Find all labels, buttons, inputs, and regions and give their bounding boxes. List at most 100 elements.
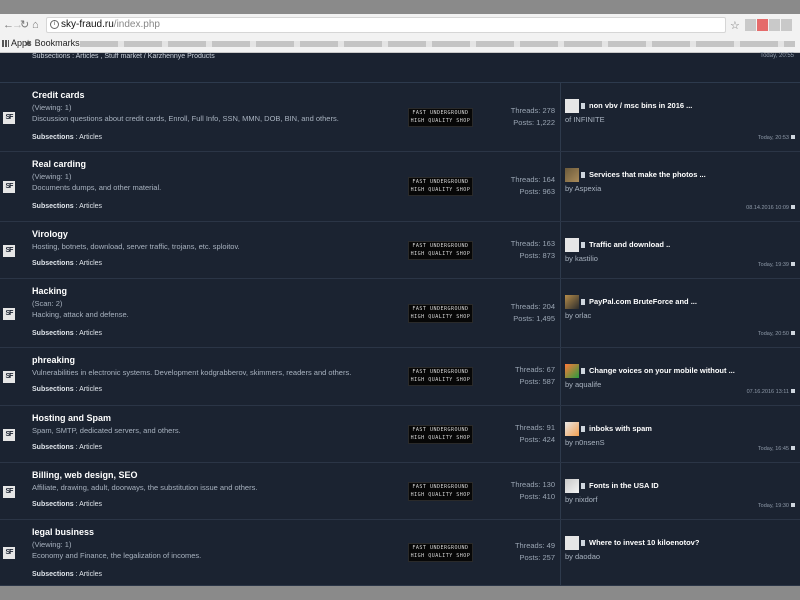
home-icon[interactable]: ⌂ [32, 19, 39, 31]
column-divider [560, 406, 561, 462]
forum-logo: SF [3, 371, 15, 383]
info-icon[interactable]: i [50, 20, 59, 29]
last-thread-link[interactable]: Services that make the photos ... [589, 170, 706, 179]
last-thread-link[interactable]: inboks with spam [589, 424, 652, 433]
subsections-link[interactable]: : Articles [76, 203, 102, 210]
forum-row: SF Hosting and Spam Spam, SMTP, dedicate… [0, 406, 800, 463]
last-poster[interactable]: by n0nsenS [565, 438, 605, 447]
last-thread-link[interactable]: Fonts in the USA ID [589, 481, 659, 490]
last-poster[interactable]: by aqualife [565, 380, 601, 389]
bookmarks-folder[interactable]: ★ Bookmarks [24, 38, 80, 49]
user-avatar[interactable] [565, 364, 579, 378]
go-to-post-icon[interactable] [791, 503, 795, 507]
go-to-post-icon[interactable] [791, 262, 795, 266]
user-avatar[interactable] [565, 295, 579, 309]
forum-subsections: Subsections : Articles [32, 386, 102, 393]
subsections-label: Subsections [32, 444, 74, 451]
shop-banner[interactable]: FAST UNDERGROUND HIGH QUALITY SHOP [408, 304, 473, 323]
forum-row: SF Credit cards (Viewing: 1) Discussion … [0, 83, 800, 152]
go-to-post-icon[interactable] [791, 389, 795, 393]
last-thread-link[interactable]: Traffic and download .. [589, 240, 670, 249]
extension-icons[interactable] [745, 18, 797, 33]
user-avatar[interactable] [565, 238, 579, 252]
banner-line-1: FAST UNDERGROUND [412, 179, 469, 185]
last-thread-link[interactable]: Where to invest 10 kiloenotov? [589, 538, 699, 547]
shop-banner[interactable]: FAST UNDERGROUND HIGH QUALITY SHOP [408, 177, 473, 196]
last-post-time: Today, 20:55 [760, 53, 794, 59]
apps-grid-icon [2, 40, 9, 47]
last-thread-link[interactable]: Change voices on your mobile without ... [589, 366, 735, 375]
forum-title[interactable]: Virology [32, 229, 68, 239]
go-to-post-icon[interactable] [791, 205, 795, 209]
user-avatar[interactable] [565, 536, 579, 550]
star-icon: ★ [24, 38, 33, 48]
forum-description: Hosting, botnets, download, server traff… [32, 242, 240, 251]
shop-banner[interactable]: FAST UNDERGROUND HIGH QUALITY SHOP [408, 367, 473, 386]
shop-banner[interactable]: FAST UNDERGROUND HIGH QUALITY SHOP [408, 108, 473, 127]
user-avatar[interactable] [565, 422, 579, 436]
forum-stats: Threads: 67 Posts: 587 [490, 364, 555, 388]
forum-title[interactable]: Credit cards [32, 90, 85, 100]
subsections-link[interactable]: : Articles [76, 571, 102, 578]
last-poster[interactable]: by Aspexia [565, 184, 601, 193]
forum-title[interactable]: Billing, web design, SEO [32, 470, 138, 480]
subsections-link[interactable]: : Articles [76, 501, 102, 508]
last-poster[interactable]: by nixdorf [565, 495, 598, 504]
reload-icon[interactable]: ↻ [20, 19, 29, 31]
banner-line-1: FAST UNDERGROUND [412, 484, 469, 490]
banner-line-2: HIGH QUALITY SHOP [410, 314, 471, 320]
column-divider [560, 463, 561, 519]
post-count: Posts: 410 [519, 492, 555, 501]
thread-count: Threads: 164 [510, 175, 555, 184]
subsections-link[interactable]: : Articles [76, 330, 102, 337]
subsections-link[interactable]: : Articles [76, 386, 102, 393]
forum-title[interactable]: Hosting and Spam [32, 413, 111, 423]
user-avatar[interactable] [565, 168, 579, 182]
last-thread-link[interactable]: non vbv / msc bins in 2016 ... [589, 101, 692, 110]
forum-description: Spam, SMTP, dedicated servers, and other… [32, 426, 181, 435]
last-post-time: Today, 20:50 [758, 331, 795, 337]
forum-list: Subsections : Articles , Stuff market / … [0, 53, 800, 586]
banner-line-2: HIGH QUALITY SHOP [410, 435, 471, 441]
subsections-text[interactable]: Subsections : Articles , Stuff market / … [32, 53, 215, 60]
forum-logo: SF [3, 181, 15, 193]
thread-count: Threads: 91 [514, 423, 555, 432]
shop-banner[interactable]: FAST UNDERGROUND HIGH QUALITY SHOP [408, 241, 473, 260]
forum-title[interactable]: legal business [32, 527, 94, 537]
subsections-label: Subsections [32, 386, 74, 393]
shop-banner[interactable]: FAST UNDERGROUND HIGH QUALITY SHOP [408, 425, 473, 444]
go-to-post-icon[interactable] [791, 331, 795, 335]
last-poster[interactable]: of INFINITE [565, 115, 605, 124]
thread-icon [581, 483, 585, 489]
post-count: Posts: 257 [519, 553, 555, 562]
user-avatar[interactable] [565, 99, 579, 113]
forum-title[interactable]: Hacking [32, 286, 67, 296]
go-to-post-icon[interactable] [791, 135, 795, 139]
thread-count: Threads: 49 [514, 541, 555, 550]
blurred-bookmarks [80, 41, 795, 47]
last-poster[interactable]: by kastilio [565, 254, 598, 263]
subsections-link[interactable]: : Articles [76, 134, 102, 141]
forum-description: Vulnerabilities in electronic systems. D… [32, 368, 352, 377]
address-bar[interactable]: i sky-fraud.ru/index.php [46, 17, 726, 33]
forum-title[interactable]: Real carding [32, 159, 86, 169]
subsections-link[interactable]: : Articles [76, 260, 102, 267]
thread-count: Threads: 278 [510, 106, 555, 115]
forum-description: Documents dumps, and other material. [32, 183, 162, 192]
banner-line-1: FAST UNDERGROUND [412, 243, 469, 249]
shop-banner[interactable]: FAST UNDERGROUND HIGH QUALITY SHOP [408, 543, 473, 562]
last-poster[interactable]: by daodao [565, 552, 600, 561]
forum-stats: Threads: 164 Posts: 963 [490, 174, 555, 198]
subsections-link[interactable]: : Articles [76, 444, 102, 451]
go-to-post-icon[interactable] [791, 446, 795, 450]
user-avatar[interactable] [565, 479, 579, 493]
forum-stats: Threads: 91 Posts: 424 [490, 422, 555, 446]
last-thread-link[interactable]: PayPal.com BruteForce and ... [589, 297, 697, 306]
previous-forum-row: Subsections : Articles , Stuff market / … [0, 53, 800, 83]
last-poster[interactable]: by orlac [565, 311, 591, 320]
last-post-date: Today, 19:30 [757, 503, 789, 509]
shop-banner[interactable]: FAST UNDERGROUND HIGH QUALITY SHOP [408, 482, 473, 501]
forum-title[interactable]: phreaking [32, 355, 75, 365]
bookmark-star-icon[interactable]: ☆ [730, 19, 740, 32]
forum-logo: SF [3, 112, 15, 124]
